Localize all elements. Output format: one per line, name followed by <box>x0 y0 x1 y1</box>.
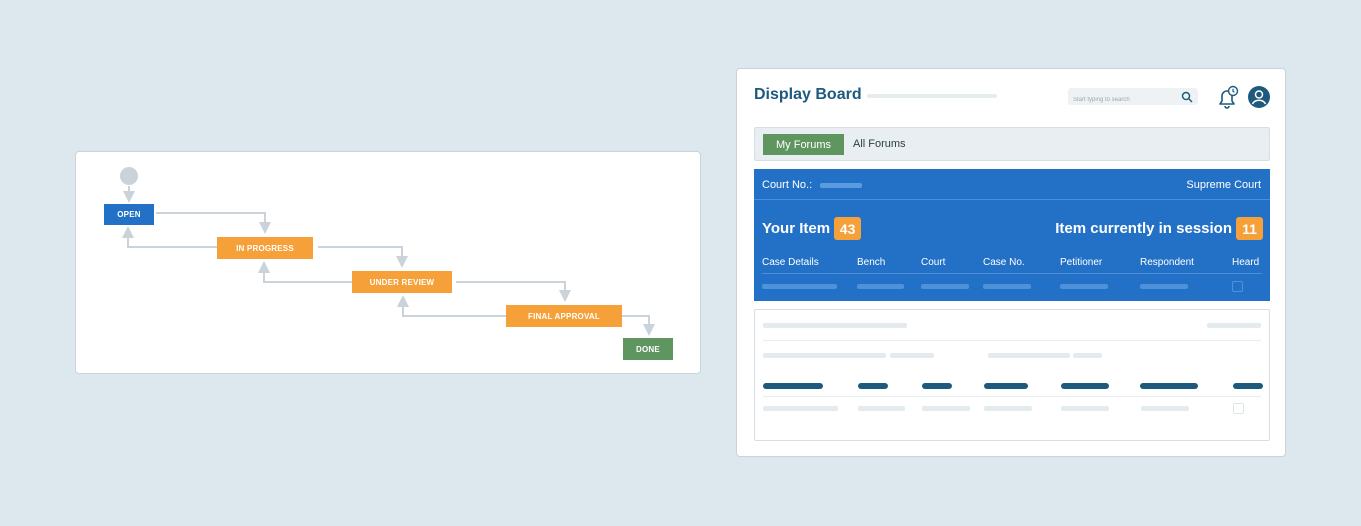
notification-bell-icon[interactable] <box>1214 85 1240 116</box>
status-node-open[interactable]: OPEN <box>104 204 154 225</box>
cell-placeholder <box>1141 406 1189 411</box>
search-box <box>1068 88 1198 109</box>
text-placeholder <box>763 353 886 358</box>
column-header-placeholder <box>1061 383 1109 389</box>
connector-approval-done <box>622 315 655 336</box>
column-header-heard: Heard <box>1232 257 1260 268</box>
cell-placeholder <box>857 284 904 289</box>
column-header-placeholder <box>1233 383 1263 389</box>
court-no-label: Court No.: <box>762 179 813 191</box>
connector-approval-review <box>397 295 506 317</box>
text-placeholder <box>890 353 934 358</box>
session-panel: Court No.: Supreme Court Your Item 43 It… <box>754 169 1270 301</box>
status-node-in-progress[interactable]: IN PROGRESS <box>217 237 313 259</box>
column-header-case-no: Case No. <box>983 257 1025 268</box>
column-header-respondent: Respondent <box>1140 257 1194 268</box>
workflow-connectors <box>122 186 655 336</box>
workflow-start-node <box>120 167 138 185</box>
row-divider <box>763 340 1261 341</box>
column-header-placeholder <box>763 383 823 389</box>
court-no-placeholder <box>820 183 862 188</box>
status-node-under-review[interactable]: UNDER REVIEW <box>352 271 452 293</box>
status-node-final-approval[interactable]: FINAL APPROVAL <box>506 305 622 327</box>
your-item-label: Your Item <box>762 220 831 237</box>
tab-all-forums[interactable]: All Forums <box>853 138 906 150</box>
text-placeholder <box>1073 353 1102 358</box>
cell-placeholder <box>1060 284 1108 289</box>
column-header-placeholder <box>1140 383 1198 389</box>
header-divider <box>762 273 1262 274</box>
cell-placeholder <box>983 284 1031 289</box>
title-placeholder-line <box>867 94 997 98</box>
cell-placeholder <box>1061 406 1109 411</box>
connector-inprogress-open <box>122 226 217 248</box>
column-header-petitioner: Petitioner <box>1060 257 1103 268</box>
session-item: Item currently in session 11 <box>1055 217 1263 240</box>
your-item: Your Item 43 <box>762 217 862 240</box>
cell-placeholder <box>922 406 970 411</box>
connector-inprogress-review <box>318 246 408 268</box>
column-header-placeholder <box>858 383 888 389</box>
cell-placeholder <box>858 406 905 411</box>
text-placeholder <box>988 353 1070 358</box>
session-item-label: Item currently in session <box>1055 220 1232 237</box>
tab-my-forums[interactable]: My Forums <box>763 134 844 155</box>
page-title: Display Board <box>754 86 862 103</box>
items-table <box>754 309 1270 441</box>
heard-checkbox[interactable] <box>1233 403 1244 414</box>
cell-placeholder <box>762 284 837 289</box>
your-item-badge: 43 <box>834 217 862 240</box>
workflow-card: OPEN IN PROGRESS UNDER REVIEW FINAL APPR… <box>75 151 701 374</box>
text-placeholder <box>763 323 907 328</box>
display-board-card: Display Board My Forums All Forums Court… <box>736 68 1286 457</box>
user-avatar-icon[interactable] <box>1247 85 1271 114</box>
panel-divider <box>754 199 1270 200</box>
row-divider <box>763 396 1261 397</box>
connector-review-inprogress <box>258 261 352 283</box>
cell-placeholder <box>763 406 838 411</box>
search-icon[interactable] <box>1181 90 1193 108</box>
forum-tabs: My Forums All Forums <box>754 127 1270 161</box>
cell-placeholder <box>1140 284 1188 289</box>
session-item-badge: 11 <box>1236 217 1263 240</box>
connector-review-approval <box>456 281 571 302</box>
connector-open-inprogress <box>156 212 271 234</box>
column-header-bench: Bench <box>857 257 886 268</box>
search-input[interactable] <box>1068 91 1181 109</box>
status-node-done[interactable]: DONE <box>623 338 673 360</box>
column-header-case-details: Case Details <box>762 257 819 268</box>
text-placeholder <box>1207 323 1261 328</box>
column-header-placeholder <box>922 383 952 389</box>
heard-checkbox[interactable] <box>1232 281 1243 292</box>
court-name: Supreme Court <box>1186 179 1261 191</box>
cell-placeholder <box>984 406 1032 411</box>
column-header-placeholder <box>984 383 1028 389</box>
cell-placeholder <box>921 284 969 289</box>
column-header-court: Court <box>921 257 946 268</box>
